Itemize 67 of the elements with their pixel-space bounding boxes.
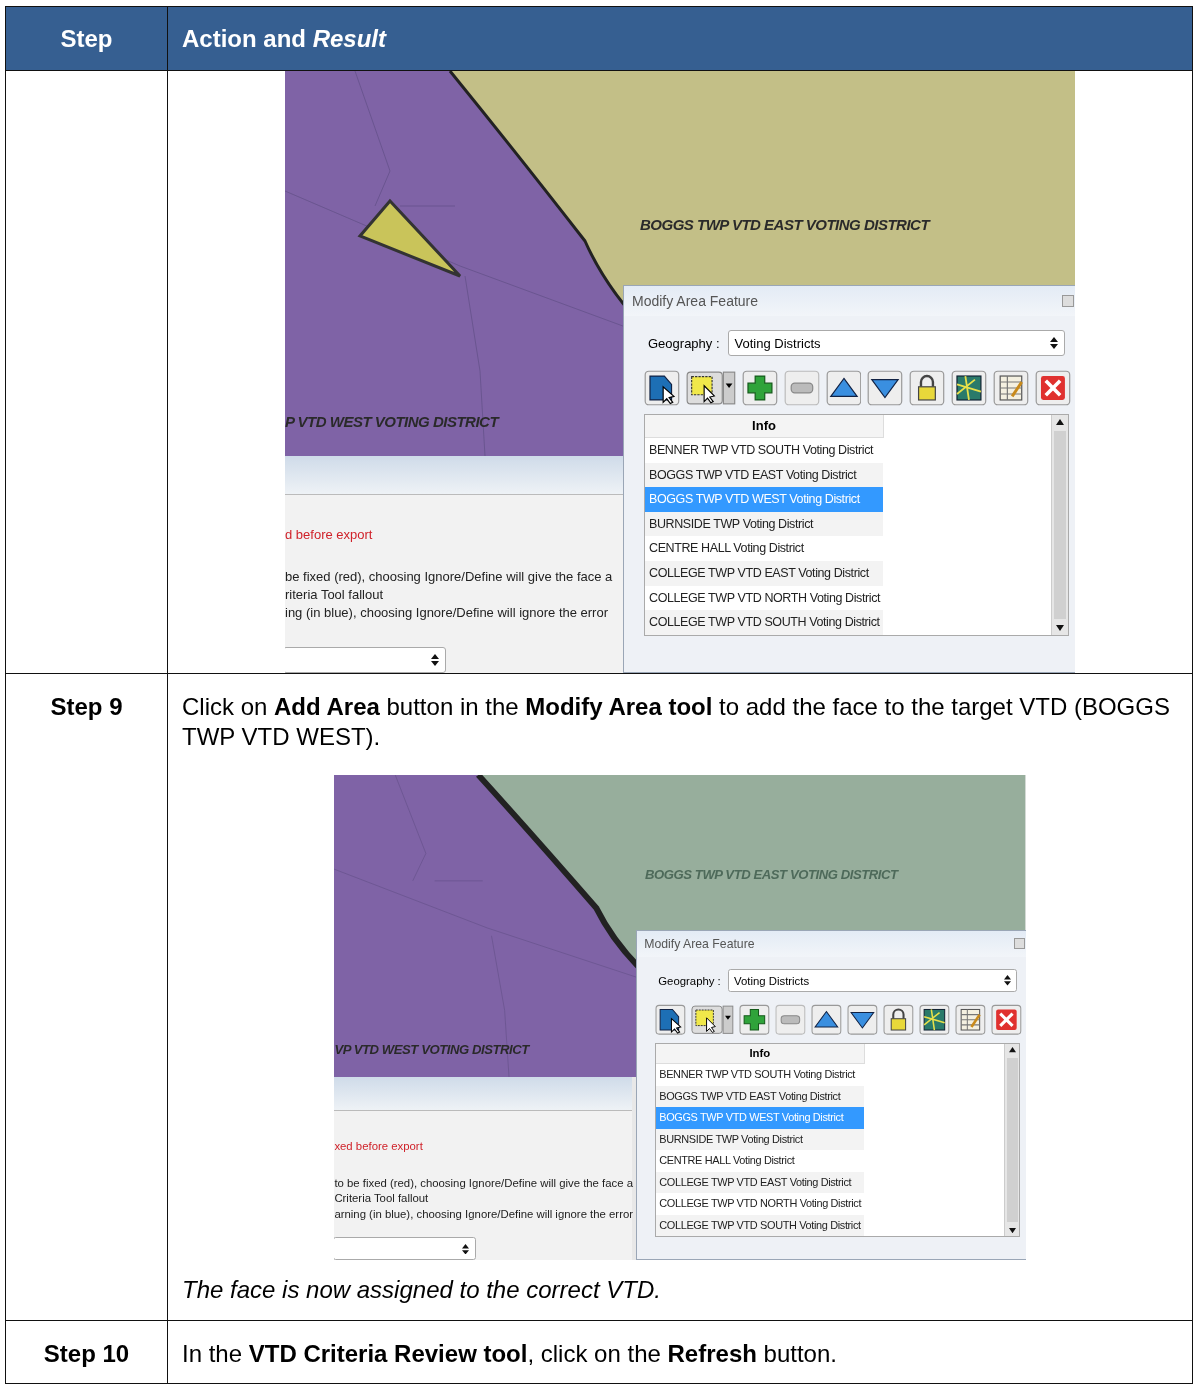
up-down-arrows-icon (462, 1243, 470, 1255)
column-header: Step (60, 24, 113, 52)
map-icon[interactable] (951, 370, 988, 406)
dialog-title: Modify Area Feature (644, 936, 755, 951)
up-down-arrows-icon (1003, 975, 1011, 986)
list-item[interactable]: BOGGS TWP VTD EAST Voting District (655, 1085, 864, 1108)
lock-icon[interactable] (909, 370, 946, 406)
map-icon[interactable] (919, 1004, 950, 1036)
list-item[interactable]: COLLEGE TWP VTD SOUTH Voting District (645, 610, 883, 635)
table-edit-icon[interactable] (955, 1004, 987, 1036)
scroll-down-icon[interactable] (1008, 1227, 1016, 1233)
select-feature-icon[interactable] (654, 1004, 686, 1036)
result-text: The face is now assigned to the correct VTD. (182, 1276, 662, 1305)
close-icon[interactable] (991, 1004, 1023, 1036)
scrollbar[interactable] (1004, 1043, 1020, 1237)
select-area-icon[interactable] (690, 1004, 734, 1036)
panel-text: ing (in blue), choosing Ignore/Define will ignore the error (285, 605, 609, 621)
list-item[interactable]: COLLEGE TWP VTD NORTH Voting District (655, 1193, 864, 1215)
list-item[interactable]: COLLEGE TWP VTD EAST Voting District (655, 1171, 864, 1194)
up-down-arrows-icon (431, 654, 439, 666)
map-label: BOGGS TWP VTD EAST VOTING DISTRICT (640, 216, 930, 233)
dialog-title: Modify Area Feature (632, 293, 759, 309)
map-label: BOGGS TWP VTD EAST VOTING DISTRICT (645, 866, 898, 882)
list-header: Info (645, 415, 884, 438)
geography-label: Geography : (648, 335, 720, 351)
list-item[interactable]: CENTRE HALL Voting District (645, 536, 883, 561)
select-feature-icon[interactable] (644, 370, 680, 406)
scrollbar[interactable] (1051, 415, 1068, 635)
select-area-icon[interactable] (685, 370, 736, 406)
list-item[interactable]: COLLEGE TWP VTD SOUTH Voting District (655, 1214, 864, 1237)
list-item[interactable]: BENNER TWP VTD SOUTH Voting District (645, 438, 883, 463)
lock-icon[interactable] (883, 1004, 914, 1036)
panel-text: arning (in blue), choosing Ignore/Define will ignore the error (334, 1207, 632, 1222)
panel-text: Criteria Tool fallout (334, 1191, 430, 1206)
instruction-text: Click on Add Area button in the Modify Area tool to add the face to the target VTD (BOGGS TWP VTD WEST). (182, 692, 1171, 752)
geography-dropdown[interactable]: Voting Districts (727, 969, 1017, 993)
scroll-down-icon[interactable] (1056, 624, 1064, 631)
add-icon[interactable] (741, 370, 778, 406)
geography-label: Geography : (658, 974, 721, 987)
geography-dropdown[interactable]: Voting Districts (727, 330, 1065, 356)
list-item[interactable]: CENTRE HALL Voting District (655, 1150, 864, 1172)
list-header: Info (655, 1043, 865, 1065)
close-button[interactable] (1014, 938, 1025, 950)
add-icon[interactable] (738, 1004, 770, 1036)
close-icon[interactable] (1035, 370, 1071, 406)
table-edit-icon[interactable] (993, 370, 1030, 406)
list-item[interactable]: BURNSIDE TWP Voting District (655, 1128, 864, 1151)
list-item[interactable]: BOGGS TWP VTD EAST Voting District (645, 462, 883, 488)
column-header: Action and Result (182, 24, 387, 52)
panel-text: riteria Tool fallout (285, 587, 385, 603)
remove-icon[interactable] (783, 370, 820, 406)
scroll-up-icon[interactable] (1056, 419, 1064, 425)
list-item[interactable]: BURNSIDE TWP Voting District (645, 511, 883, 537)
step-number: Step 10 (43, 1340, 130, 1369)
panel-text: to be fixed (red), choosing Ignore/Define will give the face a (334, 1175, 632, 1190)
panel-text: d before export (285, 527, 374, 543)
panel-text: xed before export (334, 1138, 424, 1153)
scroll-up-icon[interactable] (1008, 1047, 1016, 1053)
list-item[interactable]: COLLEGE TWP VTD NORTH Voting District (645, 585, 883, 611)
step-number: Step 9 (50, 693, 123, 721)
panel-text: be fixed (red), choosing Ignore/Define will give the face a (285, 569, 614, 585)
map-label: VP VTD WEST VOTING DISTRICT (334, 1041, 529, 1057)
list-item[interactable]: COLLEGE TWP VTD EAST Voting District (645, 560, 883, 586)
instruction-text: In the VTD Criteria Review tool, click on the Refresh button. (182, 1339, 838, 1370)
list-item[interactable]: BENNER TWP VTD SOUTH Voting District (655, 1064, 864, 1086)
up-down-arrows-icon (1050, 337, 1058, 349)
map-label: P VTD WEST VOTING DISTRICT (285, 413, 499, 430)
